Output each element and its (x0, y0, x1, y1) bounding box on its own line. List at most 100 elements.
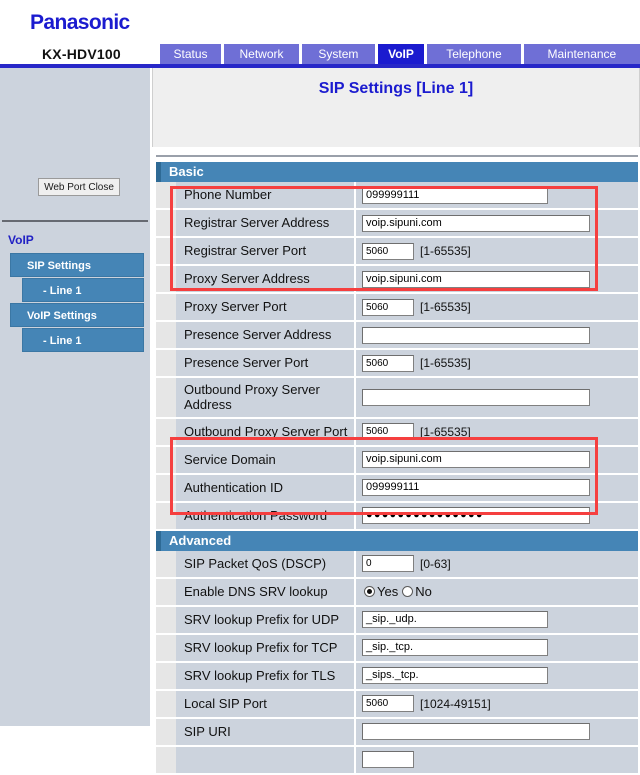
value-authentication-password: ●●●●●●●●●●●●●●● (356, 503, 638, 529)
row-gutter (156, 690, 176, 717)
radio-option-no[interactable]: No (402, 584, 432, 599)
device-model-label: KX-HDV100 (42, 46, 121, 62)
input-proxy-server-address[interactable]: voip.sipuni.com (362, 270, 590, 288)
input-sip-packet-qos[interactable]: 0 (362, 555, 414, 573)
label-authentication-password: Authentication Password (176, 502, 356, 529)
main-content: SIP Settings [Line 1] Basic Phone Number… (150, 68, 640, 775)
row-srv-prefix-tls: SRV lookup Prefix for TLS _sips._tcp. (156, 662, 638, 691)
input-outbound-proxy-address[interactable] (362, 388, 590, 406)
row-srv-prefix-tcp: SRV lookup Prefix for TCP _sip._tcp. (156, 634, 638, 663)
row-authentication-id: Authentication ID 099999111 (156, 474, 638, 503)
row-enable-dns-srv: Enable DNS SRV lookup Yes No (156, 578, 638, 607)
row-gutter (156, 294, 176, 320)
label-srv-prefix-tcp: SRV lookup Prefix for TCP (176, 634, 356, 661)
value-outbound-proxy-port: 5060 [1-65535] (356, 419, 638, 445)
hint-registrar-server-port: [1-65535] (420, 244, 471, 258)
input-outbound-proxy-port[interactable]: 5060 (362, 423, 414, 441)
label-registrar-server-address: Registrar Server Address (176, 210, 356, 236)
label-cutoff (176, 746, 356, 773)
hint-local-sip-port: [1024-49151] (420, 696, 491, 711)
value-sip-uri (356, 719, 638, 745)
row-proxy-server-port: Proxy Server Port 5060 [1-65535] (156, 294, 638, 322)
input-presence-server-port[interactable]: 5060 (362, 354, 414, 372)
input-cutoff[interactable] (362, 751, 414, 769)
label-outbound-proxy-port: Outbound Proxy Server Port (176, 418, 356, 445)
value-registrar-server-address: voip.sipuni.com (356, 210, 638, 236)
label-sip-packet-qos: SIP Packet QoS (DSCP) (176, 550, 356, 577)
row-sip-packet-qos: SIP Packet QoS (DSCP) 0 [0-63] (156, 550, 638, 579)
input-srv-prefix-udp[interactable]: _sip._udp. (362, 611, 548, 629)
value-local-sip-port: 5060 [1024-49151] (356, 691, 638, 717)
input-srv-prefix-tcp[interactable]: _sip._tcp. (362, 639, 548, 657)
radio-option-yes[interactable]: Yes (364, 584, 398, 599)
page-header: Panasonic (0, 0, 640, 40)
input-presence-server-address[interactable] (362, 326, 590, 344)
tab-maintenance[interactable]: Maintenance (523, 44, 640, 64)
input-local-sip-port[interactable]: 5060 (362, 695, 414, 713)
section-header-basic: Basic (156, 162, 638, 182)
input-registrar-server-address[interactable]: voip.sipuni.com (362, 214, 590, 232)
tab-network[interactable]: Network (224, 44, 299, 64)
value-proxy-server-port: 5060 [1-65535] (356, 294, 638, 320)
input-authentication-password[interactable]: ●●●●●●●●●●●●●●● (362, 507, 590, 525)
input-srv-prefix-tls[interactable]: _sips._tcp. (362, 667, 548, 685)
value-phone-number: 099999111 (356, 182, 638, 208)
input-registrar-server-port[interactable]: 5060 (362, 242, 414, 260)
tab-telephone[interactable]: Telephone (427, 44, 521, 64)
radio-yes-icon[interactable] (364, 586, 375, 598)
row-outbound-proxy-address: Outbound Proxy Server Address (156, 378, 638, 419)
sidebar-item-sip-settings[interactable]: SIP Settings (10, 253, 144, 277)
row-gutter (156, 474, 176, 501)
panasonic-logo: Panasonic (30, 11, 130, 34)
radio-no-icon[interactable] (402, 586, 414, 598)
row-sip-uri: SIP URI (156, 718, 638, 747)
value-outbound-proxy-address (356, 378, 638, 417)
value-authentication-id: 099999111 (356, 475, 638, 501)
radio-no-label: No (415, 584, 432, 600)
hint-outbound-proxy-port: [1-65535] (420, 424, 471, 439)
value-srv-prefix-tls: _sips._tcp. (356, 663, 638, 689)
input-phone-number[interactable]: 099999111 (362, 186, 548, 204)
input-authentication-id[interactable]: 099999111 (362, 479, 590, 497)
row-gutter (156, 550, 176, 577)
browser-page: Panasonic KX-HDV100 Status Network Syste… (0, 0, 640, 775)
tab-system[interactable]: System (301, 44, 375, 64)
value-registrar-server-port: 5060 [1-65535] (356, 238, 638, 264)
row-registrar-server-address: Registrar Server Address voip.sipuni.com (156, 210, 638, 238)
row-gutter (156, 322, 176, 348)
section-header-advanced: Advanced (156, 530, 638, 551)
sidebar-item-voip-settings[interactable]: VoIP Settings (10, 303, 144, 327)
label-outbound-proxy-address: Outbound Proxy Server Address (176, 378, 356, 417)
row-gutter (156, 210, 176, 236)
sidebar: Web Port Close VoIP SIP Settings - Line … (0, 68, 150, 726)
title-panel: SIP Settings [Line 1] (152, 68, 640, 147)
hint-sip-packet-qos: [0-63] (420, 556, 451, 571)
value-proxy-server-address: voip.sipuni.com (356, 266, 638, 292)
row-gutter (156, 378, 176, 417)
label-presence-server-port: Presence Server Port (176, 350, 356, 376)
sidebar-item-sip-line-1[interactable]: - Line 1 (22, 278, 144, 302)
row-gutter (156, 266, 176, 292)
value-sip-packet-qos: 0 [0-63] (356, 551, 638, 577)
row-gutter (156, 718, 176, 745)
row-gutter (156, 606, 176, 633)
label-srv-prefix-tls: SRV lookup Prefix for TLS (176, 662, 356, 689)
label-enable-dns-srv: Enable DNS SRV lookup (176, 578, 356, 605)
sidebar-item-voip-line-1[interactable]: - Line 1 (22, 328, 144, 352)
input-service-domain[interactable]: voip.sipuni.com (362, 451, 590, 469)
label-proxy-server-address: Proxy Server Address (176, 266, 356, 292)
input-proxy-server-port[interactable]: 5060 (362, 298, 414, 316)
row-gutter (156, 446, 176, 473)
tab-voip[interactable]: VoIP (377, 44, 425, 64)
row-phone-number: Phone Number 099999111 (156, 182, 638, 210)
value-enable-dns-srv: Yes No (356, 579, 638, 605)
settings-form: Basic Phone Number 099999111 Registrar S… (156, 162, 638, 775)
value-srv-prefix-tcp: _sip._tcp. (356, 635, 638, 661)
row-gutter (156, 182, 176, 208)
hint-presence-server-port: [1-65535] (420, 356, 471, 370)
value-service-domain: voip.sipuni.com (356, 447, 638, 473)
row-cutoff (156, 746, 638, 775)
web-port-close-button[interactable]: Web Port Close (38, 178, 120, 196)
tab-status[interactable]: Status (160, 44, 222, 64)
page-title: SIP Settings [Line 1] (318, 80, 474, 97)
